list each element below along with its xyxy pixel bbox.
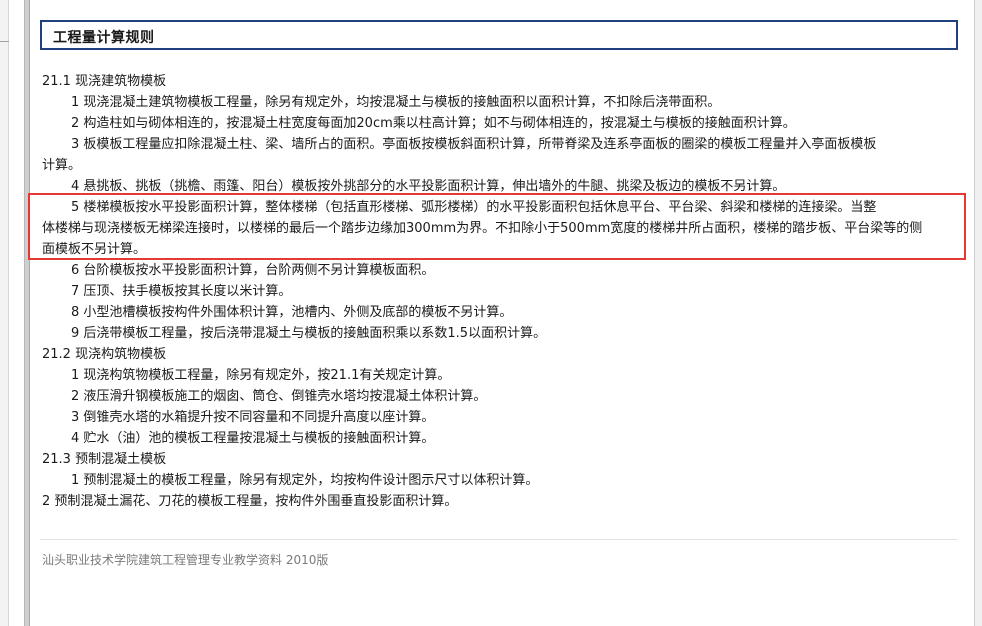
document-content: 工程量计算规则 21.1 现浇建筑物模板 1 现浇混凝土建筑物模板工程量，除另有… <box>28 0 966 626</box>
rule-item-highlighted: 5 楼梯模板按水平投影面积计算，整体楼梯（包括直形楼梯、弧形楼梯）的水平投影面积… <box>71 200 877 215</box>
vertical-scrollbar[interactable] <box>974 0 982 626</box>
rule-item: 4 贮水（油）池的模板工程量按混凝土与模板的接触面积计算。 <box>71 431 435 446</box>
rule-item: 7 压顶、扶手模板按其长度以米计算。 <box>71 284 292 299</box>
title-box: 工程量计算规则 <box>40 20 958 50</box>
rule-item: 3 倒锥壳水塔的水箱提升按不同容量和不同提升高度以座计算。 <box>71 410 435 425</box>
footer-divider <box>40 539 958 540</box>
frame-splitter[interactable] <box>24 0 30 626</box>
rule-item-continuation: 面模板不另计算。 <box>42 242 147 257</box>
rule-item: 3 板模板工程量应扣除混凝土柱、梁、墙所占的面积。亭面板按模板斜面积计算，所带脊… <box>71 137 877 152</box>
rule-item: 1 预制混凝土的模板工程量，除另有规定外，均按构件设计图示尺寸以体积计算。 <box>71 473 539 488</box>
rule-item: 6 台阶模板按水平投影面积计算，台阶两侧不另计算模板面积。 <box>71 263 435 278</box>
rule-item: 2 构造柱如与砌体相连的，按混凝土柱宽度每面加20cm乘以柱高计算；如不与砌体相… <box>71 116 796 131</box>
section-heading: 21.1 现浇建筑物模板 <box>42 74 167 89</box>
section-heading: 21.3 预制混凝土模板 <box>42 452 167 467</box>
rule-item: 1 现浇构筑物模板工程量，除另有规定外，按21.1有关规定计算。 <box>71 368 451 383</box>
rule-item: 9 后浇带模板工程量，按后浇带混凝土与模板的接触面积乘以系数1.5以面积计算。 <box>71 326 547 341</box>
rule-item-continuation: 体楼梯与现浇楼板无梯梁连接时，以楼梯的最后一个踏步边缘加300mm为界。不扣除小… <box>42 221 923 236</box>
rule-item: 4 悬挑板、挑板（挑檐、雨篷、阳台）模板按外挑部分的水平投影面积计算，伸出墙外的… <box>71 179 786 194</box>
rule-item: 1 现浇混凝土建筑物模板工程量，除另有规定外，均按混凝土与模板的接触面积以面积计… <box>71 95 721 110</box>
section-heading: 21.2 现浇构筑物模板 <box>42 347 167 362</box>
footer-note: 汕头职业技术学院建筑工程管理专业教学资料 2010版 <box>42 553 329 567</box>
rules-body: 21.1 现浇建筑物模板 1 现浇混凝土建筑物模板工程量，除另有规定外，均按混凝… <box>40 71 960 512</box>
left-frame-panel <box>0 0 9 626</box>
left-frame-notch <box>0 41 9 42</box>
rule-item: 2 预制混凝土漏花、刀花的模板工程量，按构件外围垂直投影面积计算。 <box>42 494 458 509</box>
rule-item: 2 液压滑升钢模板施工的烟囱、筒仓、倒锥壳水塔均按混凝土体积计算。 <box>71 389 487 404</box>
rule-item: 8 小型池槽模板按构件外围体积计算，池槽内、外侧及底部的模板不另计算。 <box>71 305 513 320</box>
rule-item-continuation: 计算。 <box>42 158 82 173</box>
page-title: 工程量计算规则 <box>53 30 155 46</box>
